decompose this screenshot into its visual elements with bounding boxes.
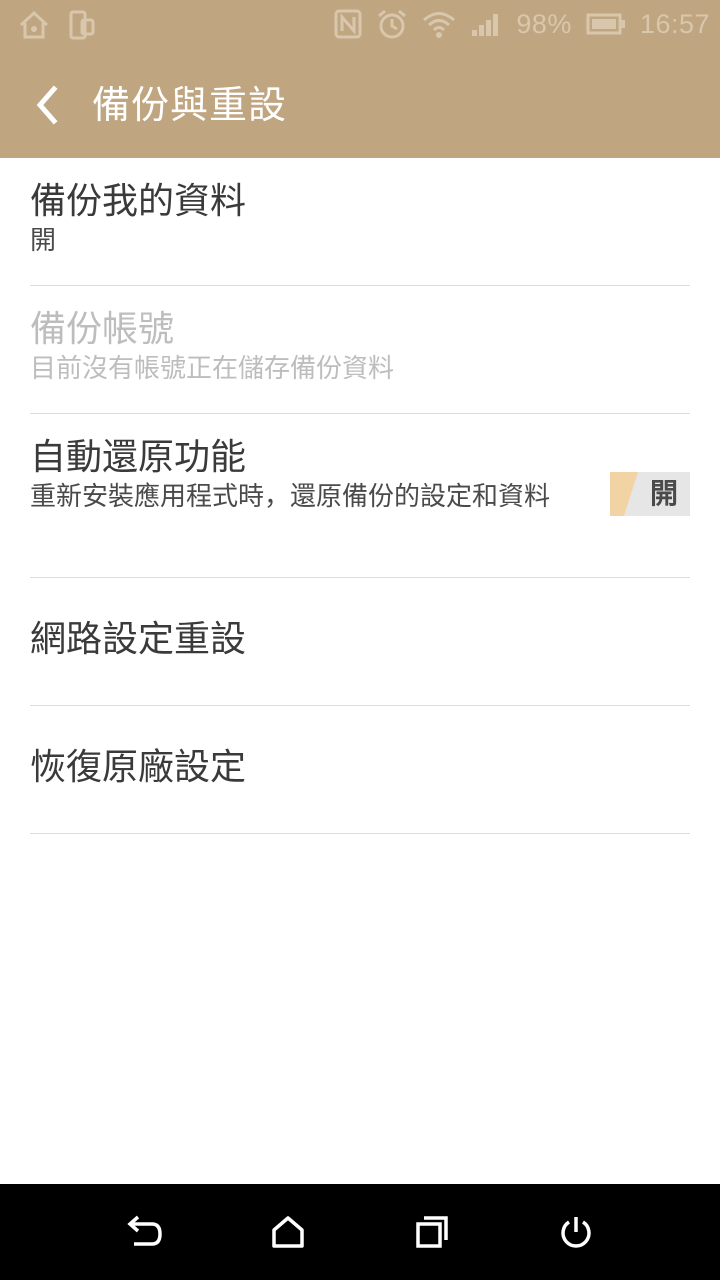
phone-rotate-icon xyxy=(68,10,96,40)
recent-apps-icon xyxy=(416,1216,448,1248)
item-summary: 目前沒有帳號正在儲存備份資料 xyxy=(30,354,395,384)
nav-back-button[interactable] xyxy=(120,1208,168,1256)
clock: 16:57 xyxy=(639,8,710,39)
status-bar: 98% 16:57 xyxy=(0,0,720,52)
htc-home-icon xyxy=(18,10,50,40)
alarm-icon xyxy=(376,8,408,40)
item-title: 備份我的資料 xyxy=(30,181,247,222)
navigation-bar xyxy=(0,1184,720,1280)
backup-my-data-item[interactable]: 備份我的資料 開 xyxy=(30,158,690,286)
battery-percent: 98% xyxy=(516,8,572,39)
status-left xyxy=(18,10,96,40)
chevron-left-icon xyxy=(36,85,58,125)
nav-home-button[interactable] xyxy=(264,1208,312,1256)
item-title: 網路設定重設 xyxy=(30,619,247,660)
settings-list: 備份我的資料 開 備份帳號 目前沒有帳號正在儲存備份資料 自動還原功能 重新安裝… xyxy=(0,158,720,834)
signal-icon xyxy=(470,10,502,38)
screen: 98% 16:57 備份與重設 備份我的資料 開 備份帳號 目前沒有帳號正在儲存… xyxy=(0,0,720,1280)
item-title: 備份帳號 xyxy=(30,309,175,350)
item-title: 恢復原廠設定 xyxy=(30,747,247,788)
back-button[interactable] xyxy=(22,80,72,130)
auto-restore-item[interactable]: 自動還原功能 重新安裝應用程式時，還原備份的設定和資料 開 xyxy=(30,414,690,578)
power-icon xyxy=(561,1217,591,1248)
auto-restore-toggle[interactable]: 開 xyxy=(610,472,690,516)
nav-power-button[interactable] xyxy=(552,1208,600,1256)
page-title: 備份與重設 xyxy=(92,83,288,127)
item-summary: 開 xyxy=(30,226,57,256)
item-summary: 重新安裝應用程式時，還原備份的設定和資料 xyxy=(30,482,551,512)
nfc-icon xyxy=(334,9,362,39)
action-bar: 備份與重設 xyxy=(0,52,720,158)
backup-account-item: 備份帳號 目前沒有帳號正在儲存備份資料 xyxy=(30,286,690,414)
back-arrow-icon xyxy=(127,1215,162,1246)
item-title: 自動還原功能 xyxy=(30,437,247,478)
battery-icon xyxy=(586,12,626,36)
status-right: 98% 16:57 xyxy=(334,8,710,40)
wifi-icon xyxy=(422,9,456,39)
network-settings-reset-item[interactable]: 網路設定重設 xyxy=(30,578,690,706)
home-icon xyxy=(272,1216,304,1248)
toggle-label: 開 xyxy=(649,477,678,510)
nav-recents-button[interactable] xyxy=(408,1208,456,1256)
factory-reset-item[interactable]: 恢復原廠設定 xyxy=(30,706,690,834)
